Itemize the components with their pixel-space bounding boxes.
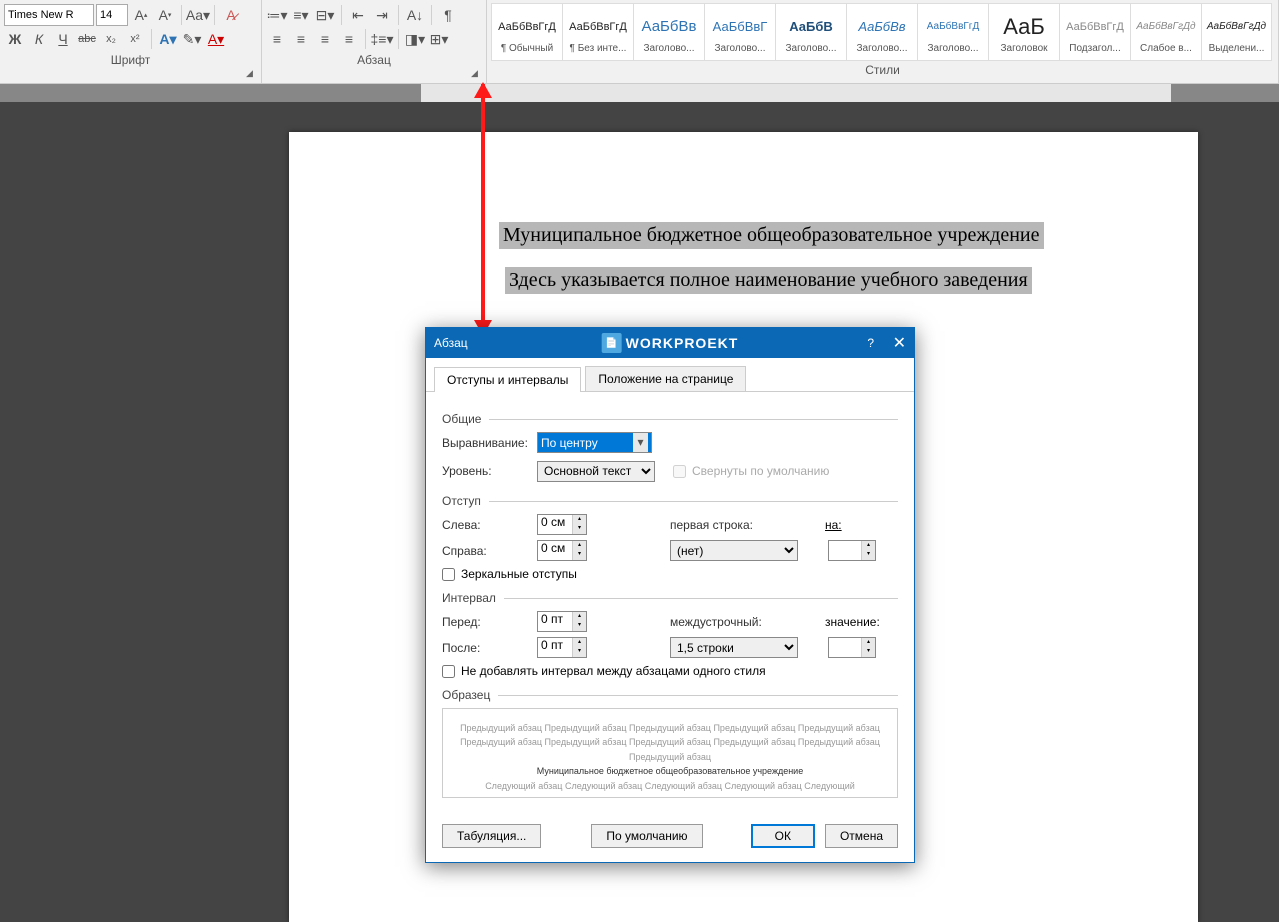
align-left-icon[interactable]: ≡ <box>266 28 288 50</box>
ribbon: A▴ A▾ Aa▾ A̷ Ж К Ч abc x₂ x² A▾ ✎▾ A▾ Шр… <box>0 0 1279 84</box>
mirror-indent-checkbox[interactable]: Зеркальные отступы <box>442 567 898 581</box>
section-indent: Отступ <box>442 494 898 508</box>
section-spacing: Интервал <box>442 591 898 605</box>
linespacing-value-spinner[interactable] <box>828 637 876 658</box>
space-before-spinner[interactable]: 0 пт <box>537 611 587 632</box>
indent-right-label: Справа: <box>442 544 537 558</box>
tab-indents-spacing[interactable]: Отступы и интервалы <box>434 367 581 392</box>
linespacing-label: междустрочный: <box>670 615 825 629</box>
collapse-checkbox: Свернуты по умолчанию <box>673 464 829 478</box>
annotation-arrow <box>481 84 485 334</box>
shading-icon[interactable]: ◨▾ <box>404 28 426 50</box>
dialog-buttons: Табуляция... По умолчанию ОК Отмена <box>426 814 914 862</box>
show-marks-icon[interactable]: ¶ <box>437 4 459 26</box>
dialog-title: Абзац <box>434 336 468 350</box>
dialog-titlebar[interactable]: Абзац 📄 WORKPROEKT ? ✕ <box>426 328 914 358</box>
horizontal-ruler[interactable] <box>0 84 1279 102</box>
clear-format-icon[interactable]: A̷ <box>220 4 242 26</box>
close-icon[interactable]: ✕ <box>893 333 906 353</box>
style-item[interactable]: АаБбВЗаголово... <box>775 3 846 61</box>
style-item[interactable]: АаБЗаголовок <box>988 3 1059 61</box>
style-item[interactable]: АаБбВвГгД¶ Обычный <box>491 3 562 61</box>
align-right-icon[interactable]: ≡ <box>314 28 336 50</box>
font-color-icon[interactable]: A▾ <box>205 28 227 50</box>
watermark: 📄 WORKPROEKT <box>602 333 739 353</box>
selected-text-line-2[interactable]: Здесь указывается полное наименование уч… <box>505 267 1032 294</box>
font-group-label: Шрифт <box>4 51 257 67</box>
font-size-combo[interactable] <box>96 4 128 26</box>
bullets-icon[interactable]: ≔▾ <box>266 4 288 26</box>
multilevel-icon[interactable]: ⊟▾ <box>314 4 336 26</box>
highlight-icon[interactable]: ✎▾ <box>181 28 203 50</box>
help-icon[interactable]: ? <box>867 336 874 350</box>
ok-button[interactable]: ОК <box>751 824 815 848</box>
space-after-label: После: <box>442 641 537 655</box>
paragraph-dialog: Абзац 📄 WORKPROEKT ? ✕ Отступы и интерва… <box>425 327 915 863</box>
line-spacing-icon[interactable]: ‡≡▾ <box>371 28 393 50</box>
align-center-icon[interactable]: ≡ <box>290 28 312 50</box>
change-case-icon[interactable]: Aa▾ <box>187 4 209 26</box>
style-item[interactable]: АаБбВвЗаголово... <box>633 3 704 61</box>
section-preview: Образец <box>442 688 898 702</box>
font-group: A▴ A▾ Aa▾ A̷ Ж К Ч abc x₂ x² A▾ ✎▾ A▾ Шр… <box>0 0 262 83</box>
first-line-value-spinner[interactable] <box>828 540 876 561</box>
style-item[interactable]: АаБбВвГЗаголово... <box>704 3 775 61</box>
indent-left-label: Слева: <box>442 518 537 532</box>
grow-font-icon[interactable]: A▴ <box>130 4 152 26</box>
subscript-button[interactable]: x₂ <box>100 28 122 50</box>
cancel-button[interactable]: Отмена <box>825 824 898 848</box>
alignment-label: Выравнивание: <box>442 436 537 450</box>
indent-left-spinner[interactable]: 0 см <box>537 514 587 535</box>
style-item[interactable]: АаБбВвГгДПодзагол... <box>1059 3 1130 61</box>
first-line-label: первая строка: <box>670 518 825 532</box>
style-item[interactable]: АаБбВвЗаголово... <box>846 3 917 61</box>
default-button[interactable]: По умолчанию <box>591 824 702 848</box>
font-launcher-icon[interactable]: ◢ <box>246 68 258 80</box>
level-combo[interactable]: Основной текст <box>537 461 655 482</box>
justify-icon[interactable]: ≡ <box>338 28 360 50</box>
first-line-combo[interactable]: (нет) <box>670 540 798 561</box>
paragraph-group-label: Абзац <box>266 51 482 67</box>
decrease-indent-icon[interactable]: ⇤ <box>347 4 369 26</box>
linespacing-combo[interactable]: 1,5 строки <box>670 637 798 658</box>
alignment-combo[interactable]: По центру <box>537 432 652 453</box>
space-after-spinner[interactable]: 0 пт <box>537 637 587 658</box>
selected-text-line-1[interactable]: Муниципальное бюджетное общеобразователь… <box>499 222 1044 249</box>
strike-button[interactable]: abc <box>76 28 98 50</box>
dialog-body: Общие Выравнивание: По центру Уровень: О… <box>426 392 914 814</box>
font-name-combo[interactable] <box>4 4 94 26</box>
space-before-label: Перед: <box>442 615 537 629</box>
style-item[interactable]: АаБбВвГгДЗаголово... <box>917 3 988 61</box>
tabs-button[interactable]: Табуляция... <box>442 824 541 848</box>
watermark-icon: 📄 <box>602 333 622 353</box>
superscript-button[interactable]: x² <box>124 28 146 50</box>
on-label: на: <box>825 518 842 532</box>
indent-right-spinner[interactable]: 0 см <box>537 540 587 561</box>
underline-button[interactable]: Ч <box>52 28 74 50</box>
bold-button[interactable]: Ж <box>4 28 26 50</box>
borders-icon[interactable]: ⊞▾ <box>428 28 450 50</box>
text-effects-icon[interactable]: A▾ <box>157 28 179 50</box>
level-label: Уровень: <box>442 464 537 478</box>
sort-icon[interactable]: A↓ <box>404 4 426 26</box>
value-label: значение: <box>825 615 880 629</box>
italic-button[interactable]: К <box>28 28 50 50</box>
paragraph-group: ≔▾ ≡▾ ⊟▾ ⇤ ⇥ A↓ ¶ ≡ ≡ ≡ ≡ ‡≡▾ ◨▾ ⊞▾ Абза… <box>262 0 487 83</box>
styles-group-label: Стили <box>491 61 1274 77</box>
shrink-font-icon[interactable]: A▾ <box>154 4 176 26</box>
paragraph-launcher-icon[interactable]: ◢ <box>471 68 483 80</box>
increase-indent-icon[interactable]: ⇥ <box>371 4 393 26</box>
styles-gallery[interactable]: АаБбВвГгД¶ ОбычныйАаБбВвГгД¶ Без инте...… <box>491 3 1274 61</box>
style-item[interactable]: АаБбВвГгДдВыделени... <box>1201 3 1272 61</box>
dialog-tabs: Отступы и интервалы Положение на страниц… <box>426 358 914 392</box>
numbering-icon[interactable]: ≡▾ <box>290 4 312 26</box>
section-general: Общие <box>442 412 898 426</box>
styles-group: АаБбВвГгД¶ ОбычныйАаБбВвГгД¶ Без инте...… <box>487 0 1279 83</box>
tab-page-position[interactable]: Положение на странице <box>585 366 746 391</box>
style-item[interactable]: АаБбВвГгДдСлабое в... <box>1130 3 1201 61</box>
style-item[interactable]: АаБбВвГгД¶ Без инте... <box>562 3 633 61</box>
preview-box: Предыдущий абзац Предыдущий абзац Предыд… <box>442 708 898 798</box>
no-space-same-style-checkbox[interactable]: Не добавлять интервал между абзацами одн… <box>442 664 898 678</box>
